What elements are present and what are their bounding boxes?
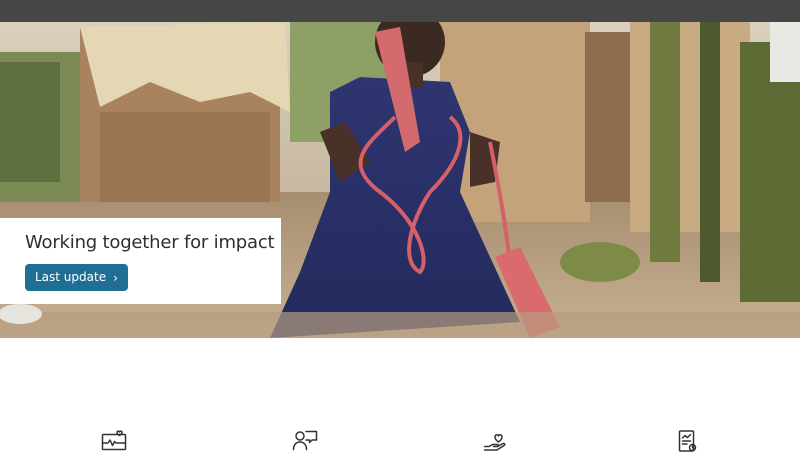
monitor-heart-icon[interactable] xyxy=(100,428,128,454)
user-chat-icon[interactable] xyxy=(291,428,319,454)
top-navigation-bar xyxy=(0,0,800,22)
last-update-button-label: Last update xyxy=(35,270,107,284)
hero-title: Working together for impact xyxy=(25,232,275,253)
report-chart-icon[interactable] xyxy=(673,428,701,454)
chevron-right-icon: › xyxy=(113,270,118,285)
hand-heart-icon[interactable] xyxy=(482,428,510,454)
hero-callout-card xyxy=(0,218,281,304)
last-update-button[interactable]: Last update › xyxy=(25,264,128,291)
feature-icons-row xyxy=(0,338,800,452)
